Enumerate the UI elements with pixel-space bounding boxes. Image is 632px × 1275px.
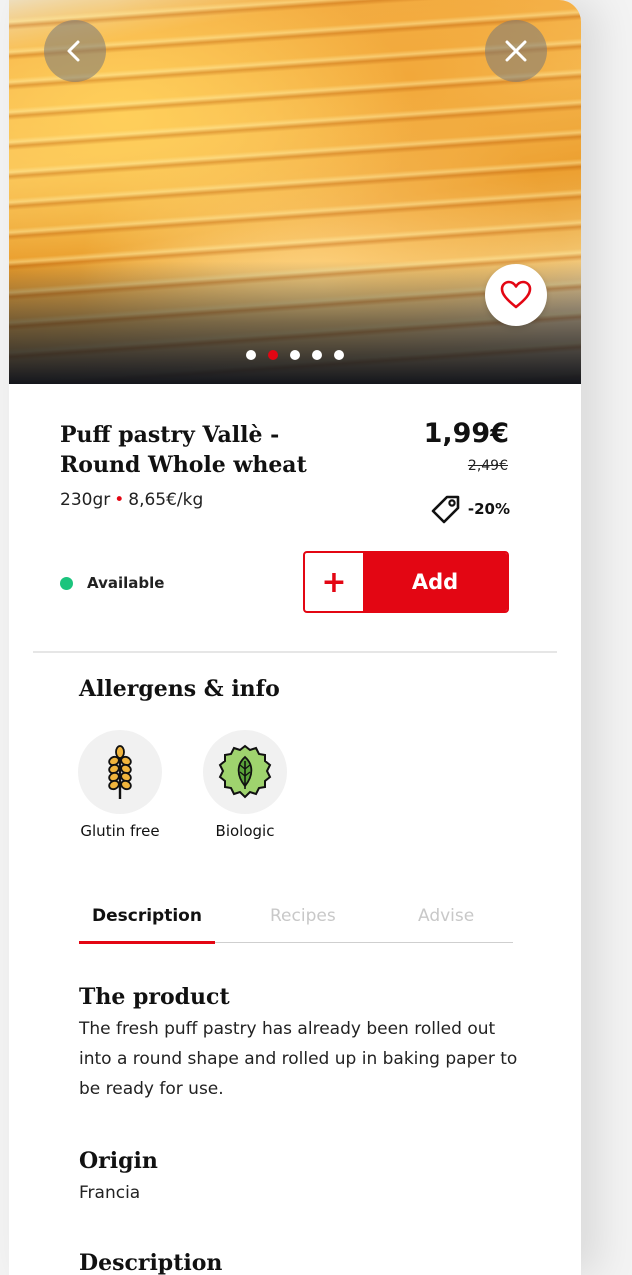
allergen-label: Glutin free <box>80 822 160 840</box>
allergen-gluten-free: Glutin free <box>65 730 175 840</box>
pagination-dot[interactable] <box>312 350 322 360</box>
availability-label: Available <box>87 574 165 592</box>
info-tabs: Description Recipes Advise <box>79 900 513 944</box>
section-title-product: The product <box>79 984 230 1010</box>
discount-label: -20% <box>467 500 510 518</box>
pagination-dot[interactable] <box>290 350 300 360</box>
close-button[interactable] <box>485 20 547 82</box>
allergen-label: Biologic <box>215 822 275 840</box>
price-tag-icon <box>431 495 460 524</box>
section-title-origin: Origin <box>79 1148 158 1174</box>
chevron-left-icon <box>67 40 80 62</box>
product-image[interactable] <box>9 0 581 384</box>
current-price: 1,99€ <box>423 418 509 449</box>
add-to-cart-button[interactable]: + Add <box>303 551 509 613</box>
tab-recipes[interactable]: Recipes <box>270 906 336 926</box>
active-tab-indicator <box>79 941 215 944</box>
pagination-dot[interactable] <box>334 350 344 360</box>
wheat-icon <box>108 745 132 799</box>
section-text-product: The fresh puff pastry has already been r… <box>79 1019 518 1099</box>
favorite-button[interactable] <box>485 264 547 326</box>
allergen-icon-circle <box>78 730 162 814</box>
plus-icon[interactable]: + <box>305 553 363 611</box>
back-button[interactable] <box>44 20 106 82</box>
add-label[interactable]: Add <box>363 553 507 611</box>
product-detail-card: Puff pastry Vallè - Round Whole wheat 23… <box>9 0 581 1275</box>
allergens-title: Allergens & info <box>79 676 280 702</box>
unit-price: 8,65€/kg <box>128 490 204 510</box>
discount-badge: -20% <box>430 494 510 524</box>
image-pagination <box>9 350 581 360</box>
pagination-dot[interactable] <box>246 350 256 360</box>
divider <box>33 651 557 653</box>
product-weight: 230gr <box>60 490 111 510</box>
old-price: 2,49€ <box>467 458 508 474</box>
pagination-dot-active[interactable] <box>268 350 278 360</box>
tab-description[interactable]: Description <box>92 906 202 926</box>
section-text-origin: Francia <box>79 1183 141 1203</box>
allergen-icon-circle <box>203 730 287 814</box>
tab-advise[interactable]: Advise <box>418 906 474 926</box>
section-title-description: Description <box>79 1250 223 1275</box>
heart-icon <box>500 280 532 309</box>
product-title: Puff pastry Vallè - Round Whole wheat <box>60 422 307 478</box>
availability-status: Available <box>60 574 164 592</box>
allergen-biologic: Biologic <box>190 730 300 840</box>
close-icon <box>505 40 527 62</box>
product-meta: 230gr • 8,65€/kg <box>60 490 203 510</box>
leaf-badge-icon <box>218 744 272 799</box>
meta-separator: • <box>114 490 125 510</box>
available-dot-icon <box>60 576 73 590</box>
